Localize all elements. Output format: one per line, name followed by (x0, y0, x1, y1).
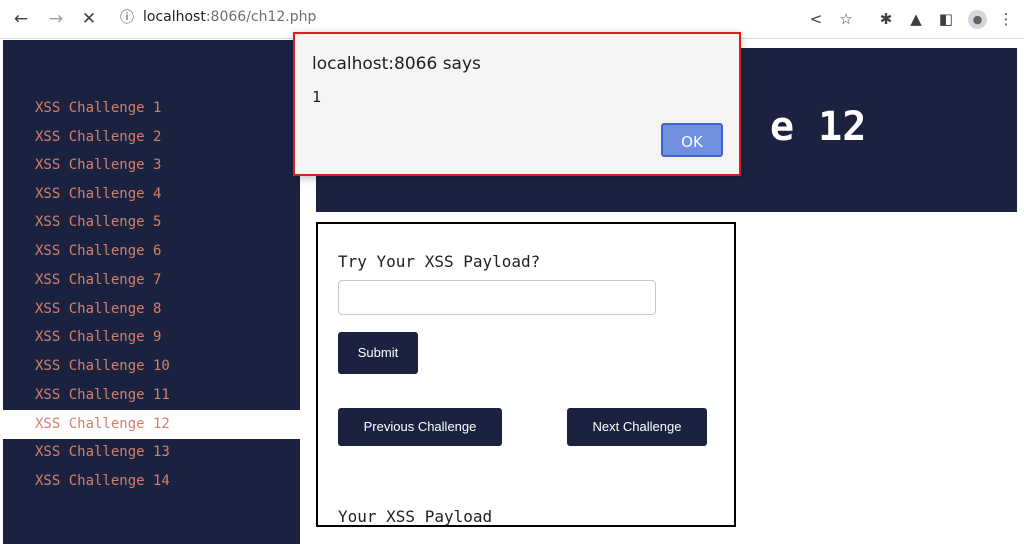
profile-avatar-icon[interactable]: ● (968, 10, 987, 29)
payload-prompt: Try Your XSS Payload? (338, 252, 541, 271)
sidebar-item-challenge-12[interactable]: XSS Challenge 12 (3, 410, 300, 439)
sidebar-item-challenge-10[interactable]: XSS Challenge 10 (3, 352, 300, 381)
url-host: localhost (143, 9, 206, 25)
address-bar[interactable]: localhost:8066/ch12.php (143, 9, 316, 25)
sidebar-item-challenge-9[interactable]: XSS Challenge 9 (3, 323, 300, 352)
site-info-icon[interactable]: ⓘ (118, 9, 136, 27)
previous-challenge-button[interactable]: Previous Challenge (338, 408, 502, 446)
sidebar-item-challenge-4[interactable]: XSS Challenge 4 (3, 180, 300, 209)
dialog-message: 1 (312, 88, 322, 106)
page-title: e 12 (770, 104, 867, 150)
sidebar-item-challenge-1[interactable]: XSS Challenge 1 (3, 94, 300, 123)
sidebar-item-challenge-2[interactable]: XSS Challenge 2 (3, 123, 300, 152)
payload-result-label: Your XSS Payload (338, 507, 493, 526)
extensions-icon[interactable]: ✱ (876, 8, 896, 30)
forward-icon[interactable]: → (45, 8, 67, 30)
next-challenge-button[interactable]: Next Challenge (567, 408, 707, 446)
labs-icon[interactable]: ▲ (906, 8, 926, 30)
side-panel-icon[interactable]: ◧ (936, 8, 956, 30)
sidebar: XSS Challenge 1 XSS Challenge 2 XSS Chal… (3, 40, 300, 544)
sidebar-item-challenge-7[interactable]: XSS Challenge 7 (3, 266, 300, 295)
stop-icon[interactable]: ✕ (78, 8, 100, 30)
sidebar-item-challenge-8[interactable]: XSS Challenge 8 (3, 295, 300, 324)
share-icon[interactable]: < (806, 8, 826, 30)
back-icon[interactable]: ← (10, 8, 32, 30)
sidebar-item-challenge-5[interactable]: XSS Challenge 5 (3, 208, 300, 237)
dialog-title: localhost:8066 says (312, 54, 481, 74)
sidebar-item-challenge-14[interactable]: XSS Challenge 14 (3, 467, 300, 496)
url-path: :8066/ch12.php (205, 9, 317, 25)
submit-button[interactable]: Submit (338, 332, 418, 374)
sidebar-item-challenge-6[interactable]: XSS Challenge 6 (3, 237, 300, 266)
dialog-ok-button[interactable]: OK (661, 123, 723, 157)
sidebar-item-challenge-13[interactable]: XSS Challenge 13 (3, 438, 300, 467)
sidebar-item-challenge-3[interactable]: XSS Challenge 3 (3, 151, 300, 180)
payload-input[interactable] (338, 280, 656, 315)
sidebar-item-challenge-11[interactable]: XSS Challenge 11 (3, 381, 300, 410)
browser-menu-icon[interactable]: ⋮ (996, 8, 1016, 30)
bookmark-star-icon[interactable]: ☆ (836, 8, 856, 30)
